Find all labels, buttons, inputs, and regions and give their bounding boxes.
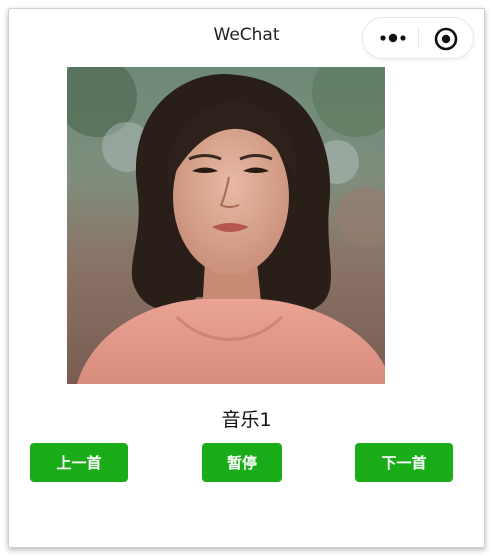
next-track-button[interactable]: 下一首 bbox=[355, 443, 453, 482]
song-title: 音乐1 bbox=[221, 409, 272, 431]
capsule-divider bbox=[418, 28, 419, 48]
pause-button[interactable]: 暂停 bbox=[202, 443, 282, 482]
album-cover-portrait bbox=[67, 67, 385, 384]
capsule-menu bbox=[362, 17, 474, 59]
target-circle-icon[interactable] bbox=[433, 26, 459, 52]
more-dots-icon[interactable] bbox=[373, 28, 415, 48]
mini-program-window: WeChat 音乐1 上一首 暂停 下一首 bbox=[8, 8, 485, 548]
album-cover bbox=[67, 67, 385, 384]
previous-track-button[interactable]: 上一首 bbox=[30, 443, 128, 482]
